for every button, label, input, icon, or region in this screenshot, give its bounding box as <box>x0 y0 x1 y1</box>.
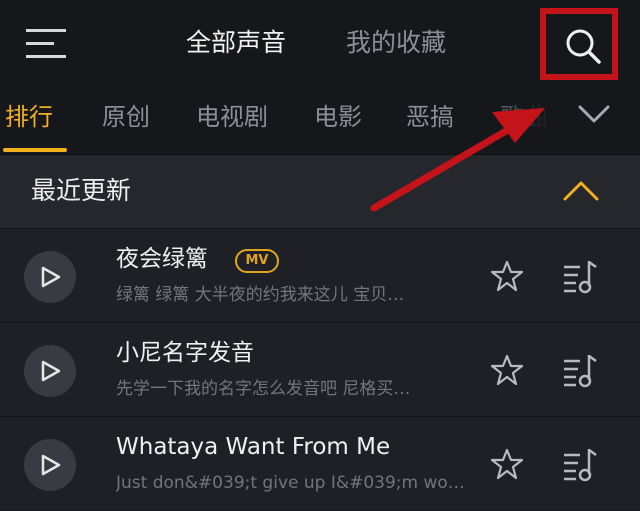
category-bar: 排行 原创 电视剧 电影 恶搞 歌曲 <box>0 82 640 155</box>
star-icon[interactable] <box>490 259 524 297</box>
chevron-up-icon[interactable] <box>563 180 599 206</box>
top-bar: 全部声音 我的收藏 <box>0 0 640 82</box>
category-original[interactable]: 原创 <box>102 100 150 134</box>
category-movie[interactable]: 电影 <box>314 100 362 134</box>
star-icon[interactable] <box>490 353 524 391</box>
song-row[interactable]: 小尼名字发音 先学一下我的名字怎么发音吧 尼格买… <box>0 322 640 416</box>
search-button[interactable] <box>540 8 618 80</box>
section-title: 最近更新 <box>31 176 132 205</box>
category-tv-series[interactable]: 电视剧 <box>196 100 268 134</box>
play-button[interactable] <box>24 251 76 303</box>
star-icon[interactable] <box>490 447 524 485</box>
song-row[interactable]: 夜会绿篱 MV 绿篱 绿篱 大半夜的约我来这儿 宝贝… <box>0 228 640 322</box>
category-spoof[interactable]: 恶搞 <box>406 100 454 134</box>
tab-all-sounds[interactable]: 全部声音 <box>186 26 286 60</box>
song-subtitle: Just don&#039;t give up I&#039;m work… <box>116 473 466 493</box>
play-icon <box>41 360 61 382</box>
search-icon <box>566 29 601 64</box>
menu-icon[interactable] <box>26 29 68 59</box>
playlist-icon[interactable] <box>562 353 598 393</box>
mv-badge: MV <box>235 249 279 273</box>
song-title: Whataya Want From Me <box>116 434 391 460</box>
chevron-down-icon[interactable] <box>578 104 610 128</box>
category-ranking[interactable]: 排行 <box>5 100 53 134</box>
section-header[interactable]: 最近更新 <box>0 155 640 228</box>
tab-my-favorites[interactable]: 我的收藏 <box>346 26 446 60</box>
playlist-icon[interactable] <box>562 447 598 487</box>
play-button[interactable] <box>24 345 76 397</box>
song-title: 夜会绿篱 <box>116 246 208 272</box>
play-icon <box>41 454 61 476</box>
song-subtitle: 先学一下我的名字怎么发音吧 尼格买… <box>116 379 411 399</box>
song-title: 小尼名字发音 <box>116 340 254 366</box>
playlist-icon[interactable] <box>562 259 598 299</box>
category-fade <box>470 82 640 152</box>
song-row[interactable]: Whataya Want From Me Just don&#039;t giv… <box>0 416 640 510</box>
play-button[interactable] <box>24 439 76 491</box>
active-category-indicator <box>3 148 67 152</box>
play-icon <box>41 266 61 288</box>
song-subtitle: 绿篱 绿篱 大半夜的约我来这儿 宝贝… <box>116 285 405 305</box>
